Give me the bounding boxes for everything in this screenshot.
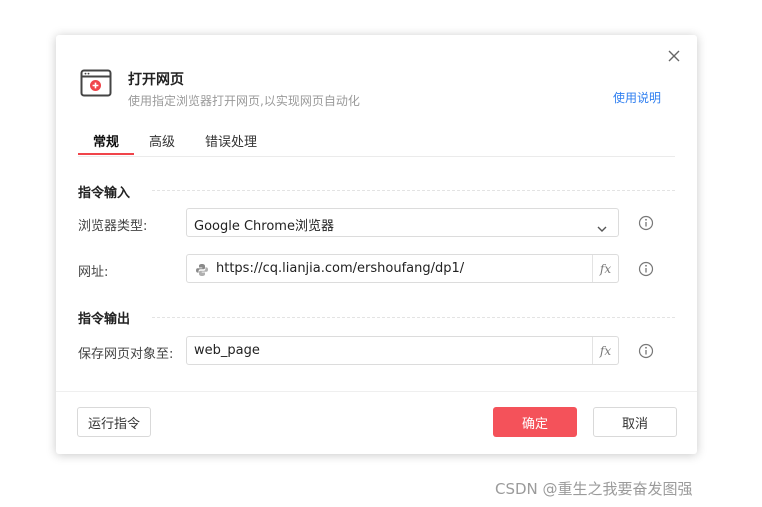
dialog-title: 打开网页 (128, 72, 184, 88)
browser-type-label: 浏览器类型: (78, 219, 148, 234)
dialog-subtitle: 使用指定浏览器打开网页,以实现网页自动化 (128, 94, 360, 108)
url-input[interactable]: https://cq.lianjia.com/ershoufang/dp1/ f… (186, 254, 619, 283)
browser-type-select[interactable]: Google Chrome浏览器 (186, 208, 619, 237)
save-to-label: 保存网页对象至: (78, 347, 174, 362)
tab-bar: 常规 高级 错误处理 (78, 131, 675, 157)
section-divider (152, 190, 675, 191)
watermark: CSDN @重生之我要奋发图强 (495, 480, 693, 498)
active-tab-indicator (78, 153, 134, 155)
url-value: https://cq.lianjia.com/ershoufang/dp1/ (216, 261, 465, 276)
browser-window-icon (80, 69, 114, 99)
confirm-button[interactable]: 确定 (493, 407, 577, 437)
fx-button[interactable]: fx (592, 337, 618, 364)
browser-type-value: Google Chrome浏览器 (194, 219, 334, 234)
save-to-input[interactable]: web_page fx (186, 336, 619, 365)
info-icon[interactable] (638, 215, 654, 231)
tab-advanced[interactable]: 高级 (149, 131, 175, 150)
close-icon[interactable] (665, 47, 683, 65)
run-command-button[interactable]: 运行指令 (77, 407, 151, 437)
section-title-output: 指令输出 (78, 312, 131, 327)
python-icon (195, 262, 209, 281)
cancel-button[interactable]: 取消 (593, 407, 677, 437)
section-title-input: 指令输入 (78, 186, 131, 201)
info-icon[interactable] (638, 343, 654, 359)
chevron-down-icon (597, 218, 607, 237)
info-icon[interactable] (638, 261, 654, 277)
help-link[interactable]: 使用说明 (613, 89, 661, 106)
url-label: 网址: (78, 265, 109, 280)
open-webpage-dialog: 打开网页 使用指定浏览器打开网页,以实现网页自动化 使用说明 常规 高级 错误处… (56, 35, 697, 454)
save-to-value: web_page (194, 343, 260, 358)
tab-error-handling[interactable]: 错误处理 (205, 131, 257, 150)
section-divider (152, 317, 675, 318)
tab-general[interactable]: 常规 (93, 131, 119, 150)
footer-divider (56, 391, 697, 392)
fx-button[interactable]: fx (592, 255, 618, 282)
